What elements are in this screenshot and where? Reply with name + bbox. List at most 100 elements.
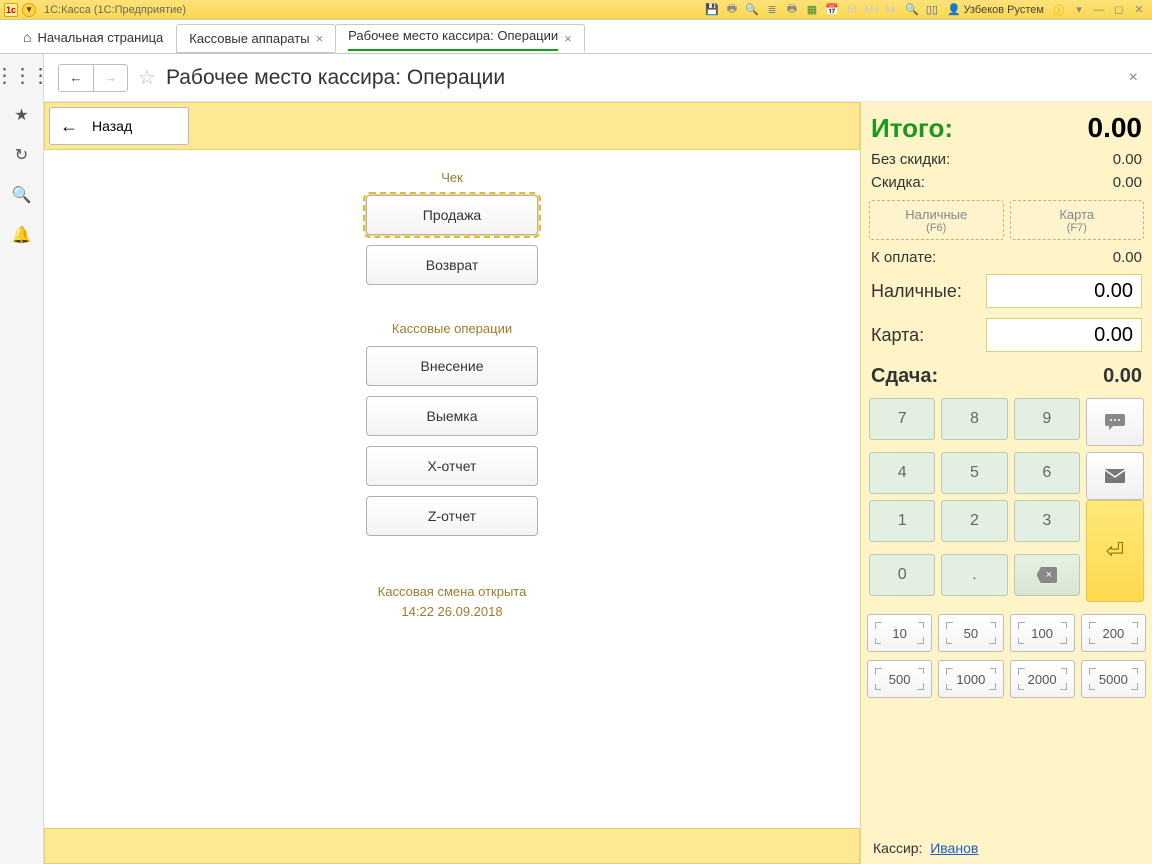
maximize-icon[interactable]: ◻ xyxy=(1110,1,1128,19)
key-4[interactable]: 4 xyxy=(869,452,935,494)
denom-2000[interactable]: 2000 xyxy=(1010,660,1075,698)
zoom-icon[interactable]: 🔍 xyxy=(903,1,921,19)
tab-home[interactable]: ⌂ Начальная страница xyxy=(10,20,176,53)
cash-pay-button[interactable]: Наличные (F6) xyxy=(869,200,1004,240)
print-icon[interactable]: 🖶 xyxy=(723,1,741,19)
close-icon[interactable]: × xyxy=(564,31,572,46)
close-window-icon[interactable]: ✕ xyxy=(1130,1,1148,19)
notifications-icon[interactable]: 🔔 xyxy=(11,224,33,246)
back-button[interactable]: ← Назад xyxy=(49,107,189,145)
denom-100[interactable]: 100 xyxy=(1010,614,1075,652)
key-7[interactable]: 7 xyxy=(869,398,935,440)
nav-buttons: ← → xyxy=(58,64,128,92)
cash-input[interactable] xyxy=(986,274,1142,308)
denom-500[interactable]: 500 xyxy=(867,660,932,698)
left-rail: ⋮⋮⋮ ★ ↻ 🔍 🔔 xyxy=(0,54,44,864)
xreport-button[interactable]: X-отчет xyxy=(366,446,538,486)
info-icon[interactable]: ⓘ xyxy=(1050,1,1068,19)
key-6[interactable]: 6 xyxy=(1014,452,1080,494)
user-label[interactable]: 👤 Узбеков Рустем xyxy=(947,3,1044,16)
denom-200[interactable]: 200 xyxy=(1081,614,1146,652)
calc-icon[interactable]: ▦ xyxy=(803,1,821,19)
discount-label: Скидка: xyxy=(871,174,925,191)
print2-icon[interactable]: 🖶 xyxy=(783,1,801,19)
denom-1000[interactable]: 1000 xyxy=(938,660,1003,698)
card-pay-button[interactable]: Карта (F7) xyxy=(1010,200,1145,240)
key-backspace[interactable]: × xyxy=(1014,554,1080,596)
page-close-icon[interactable]: × xyxy=(1129,69,1138,87)
speech-icon xyxy=(1105,414,1125,430)
card-pay-label: Карта xyxy=(1059,207,1094,222)
key-dot[interactable]: . xyxy=(941,554,1007,596)
denominations: 10 50 100 200 500 1000 2000 5000 xyxy=(867,614,1146,706)
total-label: Итого: xyxy=(871,113,953,144)
no-discount-label: Без скидки: xyxy=(871,151,950,168)
key-2[interactable]: 2 xyxy=(941,500,1007,542)
denom-10[interactable]: 10 xyxy=(867,614,932,652)
dropdown2-icon[interactable]: ▾ xyxy=(1070,1,1088,19)
cash-pay-sub: (F6) xyxy=(926,222,946,234)
deposit-button[interactable]: Внесение xyxy=(366,346,538,386)
app-logo-icon: 1c xyxy=(4,3,18,17)
panels-icon[interactable]: ▯▯ xyxy=(923,1,941,19)
top-yellow-bar: ← Назад xyxy=(44,102,860,150)
back-label: Назад xyxy=(92,118,132,134)
cashier-link[interactable]: Иванов xyxy=(930,840,978,856)
mplus-icon[interactable]: M+ xyxy=(863,1,881,19)
key-3[interactable]: 3 xyxy=(1014,500,1080,542)
tab-label: Кассовые аппараты xyxy=(189,31,309,46)
group-cashops-label: Кассовые операции xyxy=(392,321,512,336)
mail-icon xyxy=(1105,469,1125,483)
key-1[interactable]: 1 xyxy=(869,500,935,542)
discount-value: 0.00 xyxy=(1113,174,1142,191)
favorites-icon[interactable]: ★ xyxy=(11,104,33,126)
group-check-label: Чек xyxy=(441,170,463,185)
change-label: Сдача: xyxy=(871,365,938,388)
key-8[interactable]: 8 xyxy=(941,398,1007,440)
minimize-icon[interactable]: — xyxy=(1090,1,1108,19)
compare-icon[interactable]: ≣ xyxy=(763,1,781,19)
tab-kassovye-apparaty[interactable]: Кассовые аппараты × xyxy=(176,24,336,53)
favorite-star-icon[interactable]: ☆ xyxy=(138,65,156,90)
cash-pay-label: Наличные xyxy=(905,207,967,222)
close-icon[interactable]: × xyxy=(316,31,324,46)
preview-icon[interactable]: 🔍 xyxy=(743,1,761,19)
tab-label: Рабочее место кассира: Операции xyxy=(348,28,558,49)
key-enter[interactable]: ⏎ xyxy=(1086,500,1144,602)
withdraw-button[interactable]: Выемка xyxy=(366,396,538,436)
shift-status: Кассовая смена открыта 14:22 26.09.2018 xyxy=(378,582,527,621)
back-arrow-icon: ← xyxy=(60,116,78,137)
return-button[interactable]: Возврат xyxy=(366,245,538,285)
mminus-icon[interactable]: M- xyxy=(883,1,901,19)
denom-5000[interactable]: 5000 xyxy=(1081,660,1146,698)
key-5[interactable]: 5 xyxy=(941,452,1007,494)
key-9[interactable]: 9 xyxy=(1014,398,1080,440)
user-name: Узбеков Рустем xyxy=(964,4,1044,16)
nav-back-button[interactable]: ← xyxy=(59,65,93,91)
search-icon[interactable]: 🔍 xyxy=(11,184,33,206)
key-mail[interactable] xyxy=(1086,452,1144,500)
apps-icon[interactable]: ⋮⋮⋮ xyxy=(11,64,33,86)
denom-50[interactable]: 50 xyxy=(938,614,1003,652)
dropdown-icon[interactable]: ▾ xyxy=(22,3,36,17)
tab-rabochee-mesto[interactable]: Рабочее место кассира: Операции × xyxy=(335,24,585,53)
card-pay-sub: (F7) xyxy=(1067,222,1087,234)
nav-forward-button[interactable]: → xyxy=(93,65,127,91)
page-title: Рабочее место кассира: Операции xyxy=(166,66,505,90)
sale-button[interactable]: Продажа xyxy=(366,195,538,235)
user-icon: 👤 xyxy=(947,3,961,16)
card-input[interactable] xyxy=(986,318,1142,352)
cash-input-label: Наличные: xyxy=(871,281,962,302)
history-icon[interactable]: ↻ xyxy=(11,144,33,166)
zreport-button[interactable]: Z-отчет xyxy=(366,496,538,536)
calendar-icon[interactable]: 📅 xyxy=(823,1,841,19)
titlebar: 1c ▾ 1С:Касса (1С:Предприятие) 💾 🖶 🔍 ≣ 🖶… xyxy=(0,0,1152,20)
key-comment[interactable] xyxy=(1086,398,1144,446)
key-0[interactable]: 0 xyxy=(869,554,935,596)
app-title: 1С:Касса (1С:Предприятие) xyxy=(44,4,186,16)
save-icon[interactable]: 💾 xyxy=(703,1,721,19)
keypad: 7 8 9 4 5 6 xyxy=(867,396,1146,604)
shift-line1: Кассовая смена открыта xyxy=(378,582,527,602)
m-icon[interactable]: M xyxy=(843,1,861,19)
total-value: 0.00 xyxy=(1088,112,1143,144)
